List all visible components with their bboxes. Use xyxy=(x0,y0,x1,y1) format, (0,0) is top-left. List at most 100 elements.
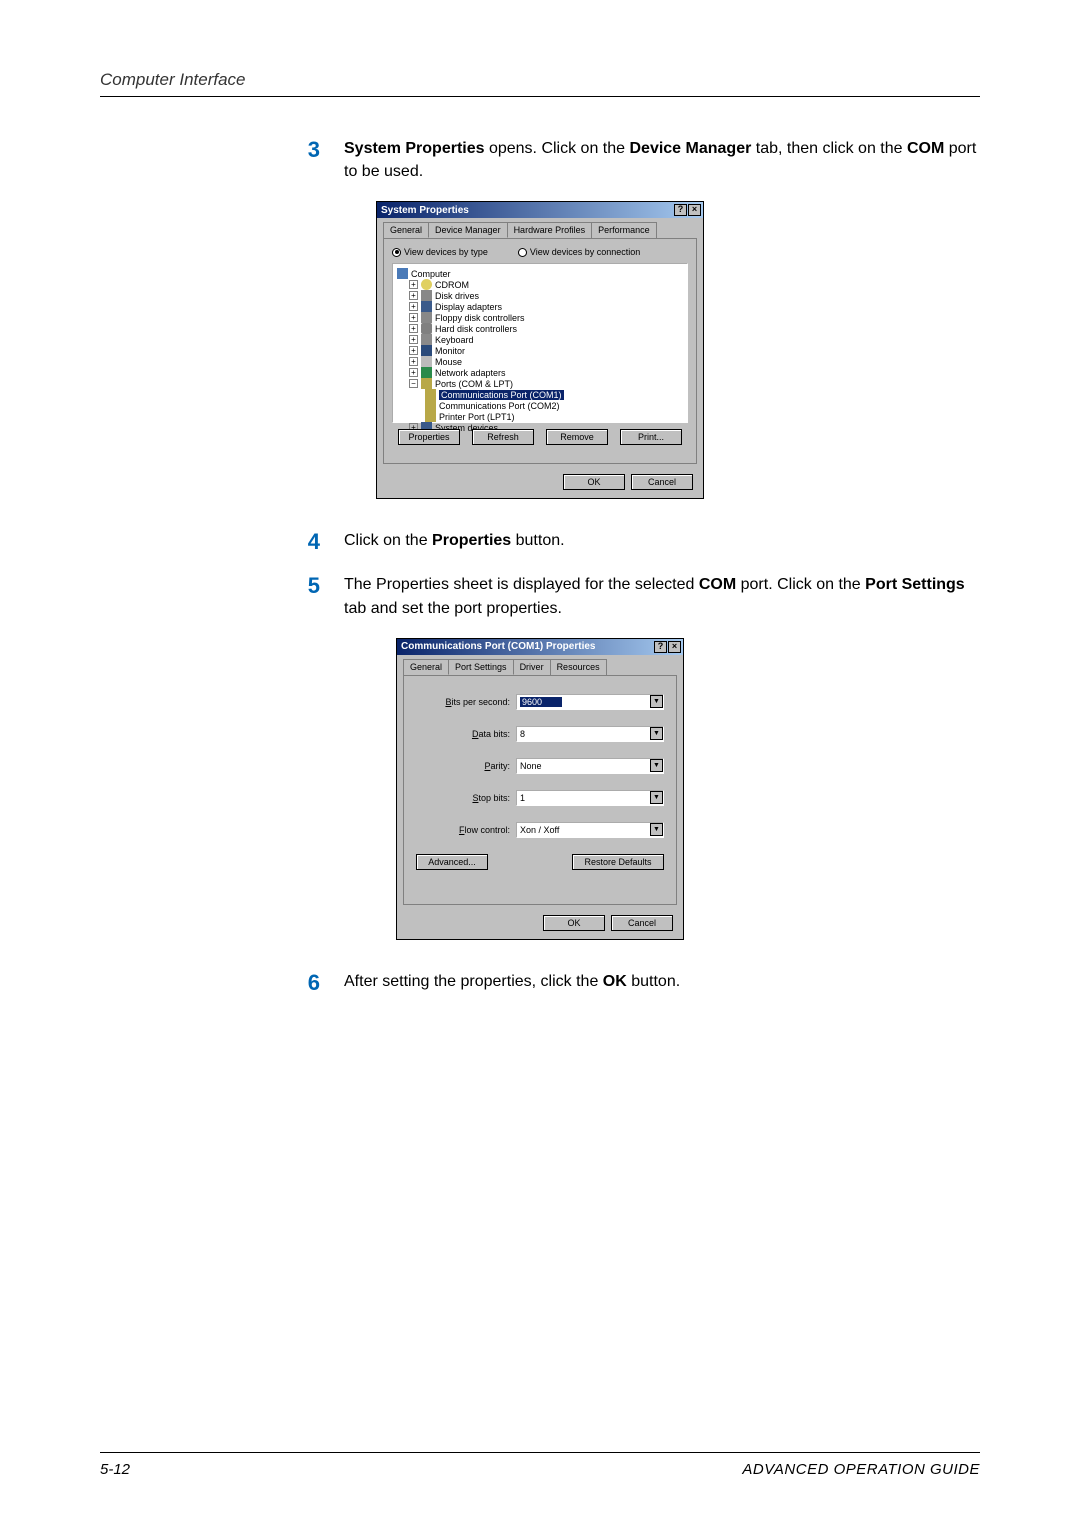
expand-icon[interactable]: + xyxy=(409,335,418,344)
label: Communications Port (COM1) xyxy=(439,390,564,400)
device-tree[interactable]: Computer +CDROM + Disk drives + Display ad… xyxy=(392,263,688,423)
label: Communications Port (COM2) xyxy=(439,401,560,411)
t: Click on the xyxy=(344,532,432,549)
value: 9600 xyxy=(520,697,562,707)
t: The Properties sheet is displayed for th… xyxy=(344,576,699,593)
chevron-down-icon[interactable]: ▼ xyxy=(650,727,663,740)
port-icon xyxy=(421,378,432,389)
refresh-button[interactable]: Refresh xyxy=(472,429,534,445)
label: Printer Port (LPT1) xyxy=(439,412,515,422)
tab-general[interactable]: General xyxy=(383,222,429,238)
advanced-button[interactable]: Advanced... xyxy=(416,854,488,870)
step-text: The Properties sheet is displayed for th… xyxy=(344,573,980,619)
tree-computer[interactable]: Computer xyxy=(397,268,683,279)
cancel-button[interactable]: Cancel xyxy=(631,474,693,490)
label: Floppy disk controllers xyxy=(435,313,525,323)
step-5: 5 The Properties sheet is displayed for … xyxy=(100,573,980,619)
step-text: System Properties opens. Click on the De… xyxy=(344,137,980,183)
com-port-properties-dialog: Communications Port (COM1) Properties ? … xyxy=(396,638,684,940)
label: Disk drives xyxy=(435,291,479,301)
chevron-down-icon[interactable]: ▼ xyxy=(650,791,663,804)
t: tab, then click on the xyxy=(751,140,907,157)
ok-row: OK Cancel xyxy=(377,470,703,498)
tabs: General Device Manager Hardware Profiles… xyxy=(377,218,703,238)
cancel-button[interactable]: Cancel xyxy=(611,915,673,931)
tree-mouse[interactable]: +Mouse xyxy=(409,356,683,367)
tree-lpt1[interactable]: Printer Port (LPT1) xyxy=(425,411,683,422)
tree-com2[interactable]: Communications Port (COM2) xyxy=(425,400,683,411)
expand-icon[interactable]: + xyxy=(409,357,418,366)
label: BBits per second:its per second: xyxy=(416,697,510,707)
radio-view-type[interactable]: View devices by type xyxy=(392,247,488,257)
display-icon xyxy=(421,301,432,312)
help-icon[interactable]: ? xyxy=(654,641,667,653)
data-bits-select[interactable]: 8▼ xyxy=(516,726,664,742)
tab-hardware-profiles[interactable]: Hardware Profiles xyxy=(507,222,593,238)
close-icon[interactable]: × xyxy=(688,204,701,216)
tree-com1[interactable]: Communications Port (COM1) xyxy=(425,389,683,400)
close-icon[interactable]: × xyxy=(668,641,681,653)
step-6: 6 After setting the properties, click th… xyxy=(100,970,980,996)
expand-icon[interactable]: + xyxy=(409,291,418,300)
radio-view-connection[interactable]: View devices by connection xyxy=(518,247,640,257)
computer-icon xyxy=(397,268,408,279)
tab-driver[interactable]: Driver xyxy=(513,659,551,675)
tree-display[interactable]: + Display adapters xyxy=(409,301,683,312)
port-icon xyxy=(425,389,436,400)
t: button. xyxy=(627,973,680,990)
t: After setting the properties, click the xyxy=(344,973,603,990)
chevron-down-icon[interactable]: ▼ xyxy=(650,823,663,836)
ok-button[interactable]: OK xyxy=(543,915,605,931)
label: Ports (COM & LPT) xyxy=(435,379,513,389)
bits-per-second-select[interactable]: 9600 ▼ xyxy=(516,694,664,710)
expand-icon[interactable]: + xyxy=(409,280,418,289)
chevron-down-icon[interactable]: ▼ xyxy=(650,695,663,708)
print-button[interactable]: Print... xyxy=(620,429,682,445)
tab-general[interactable]: General xyxy=(403,659,449,675)
bold: COM xyxy=(699,576,736,593)
parity-select[interactable]: None▼ xyxy=(516,758,664,774)
tree-floppy[interactable]: + Floppy disk controllers xyxy=(409,312,683,323)
dialog-holder: System Properties ? × General Device Man… xyxy=(100,201,980,499)
step-3: 3 System Properties opens. Click on the … xyxy=(100,137,980,183)
tree-diskdrives[interactable]: + Disk drives xyxy=(409,290,683,301)
bold: Port Settings xyxy=(865,576,965,593)
expand-icon[interactable]: + xyxy=(409,368,418,377)
tabs: General Port Settings Driver Resources xyxy=(397,655,683,675)
title-buttons: ? × xyxy=(674,204,701,216)
tree-ports[interactable]: − Ports (COM & LPT) xyxy=(409,378,683,389)
expand-icon[interactable]: + xyxy=(409,302,418,311)
tab-port-settings[interactable]: Port Settings xyxy=(448,659,514,675)
tree-network[interactable]: +Network adapters xyxy=(409,367,683,378)
tree-cdrom[interactable]: +CDROM xyxy=(409,279,683,290)
expand-icon[interactable]: + xyxy=(409,346,418,355)
bold: COM xyxy=(907,140,944,157)
disk-icon xyxy=(421,290,432,301)
guide-title: ADVANCED OPERATION GUIDE xyxy=(742,1461,980,1478)
expand-icon[interactable]: + xyxy=(409,324,418,333)
tree-monitor[interactable]: +Monitor xyxy=(409,345,683,356)
help-icon[interactable]: ? xyxy=(674,204,687,216)
collapse-icon[interactable]: − xyxy=(409,379,418,388)
tree-keyboard[interactable]: +Keyboard xyxy=(409,334,683,345)
t: tab and set the port properties. xyxy=(344,600,562,617)
tree-hdd[interactable]: +Hard disk controllers xyxy=(409,323,683,334)
step-number: 6 xyxy=(290,970,320,996)
system-properties-dialog: System Properties ? × General Device Man… xyxy=(376,201,704,499)
tab-device-manager[interactable]: Device Manager xyxy=(428,222,508,238)
tab-performance[interactable]: Performance xyxy=(591,222,657,238)
restore-defaults-button[interactable]: Restore Defaults xyxy=(572,854,664,870)
ok-button[interactable]: OK xyxy=(563,474,625,490)
label: Display adapters xyxy=(435,302,502,312)
step-text: Click on the Properties button. xyxy=(344,529,980,552)
expand-icon[interactable]: + xyxy=(409,313,418,322)
properties-button[interactable]: Properties xyxy=(398,429,460,445)
chevron-down-icon[interactable]: ▼ xyxy=(650,759,663,772)
remove-button[interactable]: Remove xyxy=(546,429,608,445)
hdd-icon xyxy=(421,323,432,334)
tab-resources[interactable]: Resources xyxy=(550,659,607,675)
stop-bits-select[interactable]: 1▼ xyxy=(516,790,664,806)
page-number: 5-12 xyxy=(100,1461,130,1478)
title-bar: Communications Port (COM1) Properties ? … xyxy=(397,639,683,655)
flow-control-select[interactable]: Xon / Xoff▼ xyxy=(516,822,664,838)
